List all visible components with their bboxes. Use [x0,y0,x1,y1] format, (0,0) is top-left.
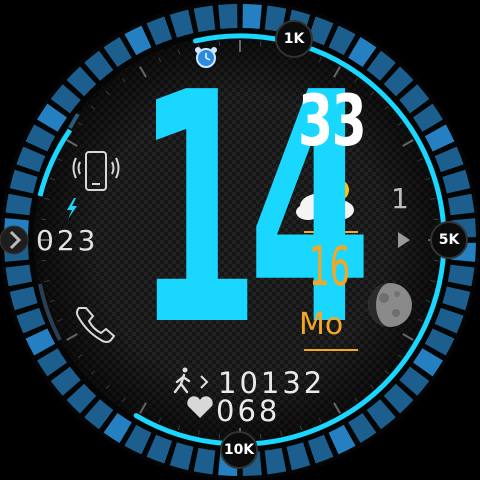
marker-10k: 10K [220,431,258,469]
heart-rate-value[interactable]: 068 [216,394,280,428]
tick-mark [259,433,262,439]
tick-mark [433,259,439,262]
left-chevron-badge [0,225,29,255]
date-day: 16 [309,235,351,298]
right-complication-value[interactable]: 1 [391,182,409,215]
tick-mark [218,433,221,439]
tick-mark [41,259,47,262]
date-weekday: Mo [299,307,344,342]
left-complication-value[interactable]: 023 [36,224,98,257]
marker-1k: 1K [275,20,313,58]
tick-mark [41,218,47,221]
minute-display: 33 [298,80,367,162]
tick-mark [433,218,439,221]
marker-5k: 5K [430,221,468,259]
moon-phase-icon [368,283,412,327]
